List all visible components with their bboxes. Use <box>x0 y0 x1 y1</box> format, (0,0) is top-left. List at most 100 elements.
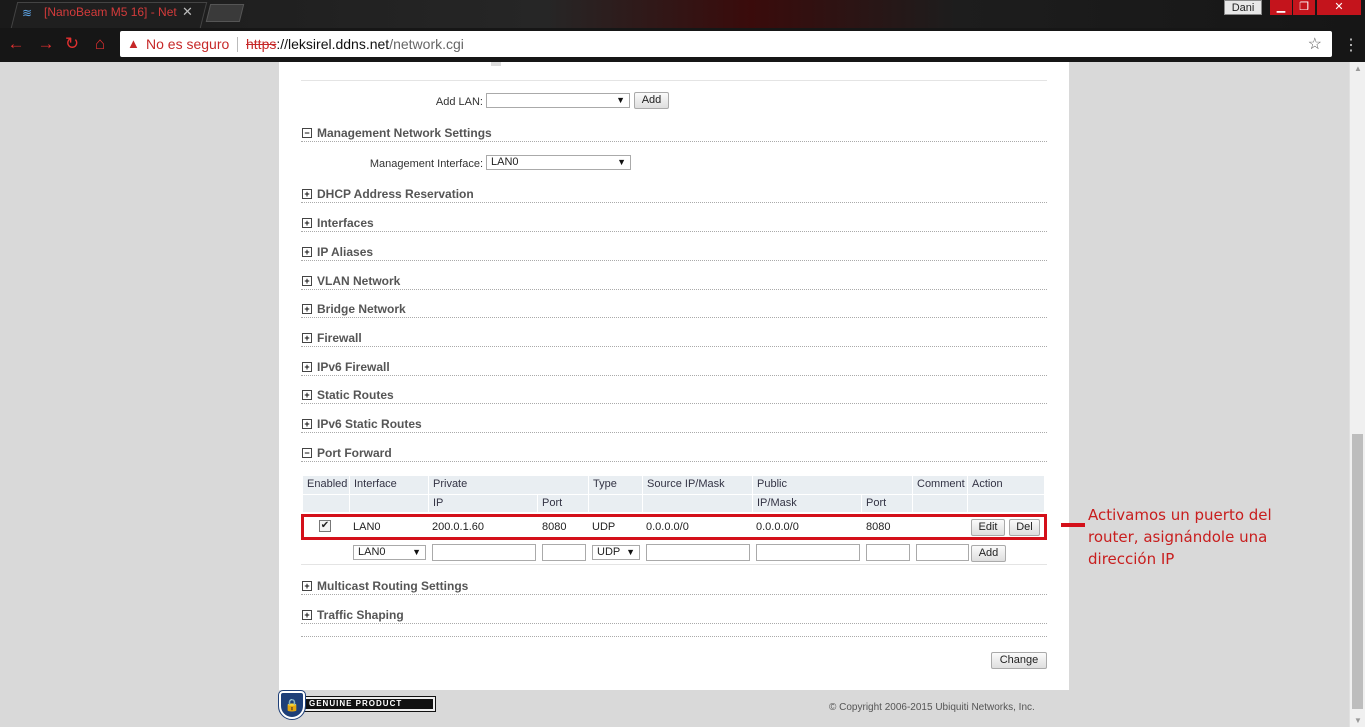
forward-arrow-icon[interactable]: → <box>36 34 56 54</box>
expand-icon[interactable]: + <box>302 247 312 257</box>
add-lan-button[interactable]: Add <box>634 92 669 109</box>
section-traffic-shaping[interactable]: + Traffic Shaping <box>301 608 1047 624</box>
expand-icon[interactable]: + <box>302 390 312 400</box>
home-icon[interactable]: ⌂ <box>90 34 110 54</box>
section-management-network[interactable]: − Management Network Settings <box>301 126 1047 142</box>
url-host: ://leksirel.ddns.net <box>276 36 390 52</box>
scroll-thumb[interactable] <box>1352 434 1363 709</box>
subheader-blank <box>913 495 967 512</box>
scroll-down-arrow-icon[interactable]: ▼ <box>1354 716 1362 725</box>
lock-shield-icon: 🔒 <box>278 690 306 720</box>
close-window-button[interactable]: ✕ <box>1317 0 1361 15</box>
section-ipv6-static-routes[interactable]: + IPv6 Static Routes <box>301 417 1047 433</box>
col-header-action: Action <box>968 476 1044 494</box>
subheader-blank <box>643 495 752 512</box>
section-port-forward[interactable]: − Port Forward <box>301 446 1047 462</box>
section-static-routes[interactable]: + Static Routes <box>301 388 1047 404</box>
expand-icon[interactable]: + <box>302 333 312 343</box>
col-header-source: Source IP/Mask <box>643 476 752 494</box>
back-arrow-icon[interactable]: ← <box>6 34 26 54</box>
subheader-private-ip: IP <box>429 495 537 512</box>
section-vlan-network[interactable]: + VLAN Network <box>301 274 1047 290</box>
section-title: Static Routes <box>317 388 394 402</box>
section-title: Interfaces <box>317 216 374 230</box>
url-text[interactable]: https://leksirel.ddns.net/network.cgi <box>246 36 464 52</box>
tab-title: [NanoBeam M5 16] - Net <box>44 5 177 19</box>
new-rule-comment-input[interactable] <box>916 544 969 561</box>
new-rule-source-input[interactable] <box>646 544 750 561</box>
section-title: Firewall <box>317 331 362 345</box>
warning-icon: ▲ <box>127 36 140 51</box>
section-title: DHCP Address Reservation <box>317 187 474 201</box>
col-header-public: Public <box>753 476 912 494</box>
section-title: Port Forward <box>317 446 392 460</box>
subheader-blank <box>303 495 349 512</box>
col-header-comment: Comment <box>913 476 967 494</box>
page-scrollbar[interactable]: ▲ ▼ <box>1349 62 1365 727</box>
management-interface-select[interactable]: LAN0 ▼ <box>486 155 631 170</box>
new-tab-button[interactable] <box>205 4 245 22</box>
new-rule-add-button[interactable]: Add <box>971 545 1006 562</box>
dropdown-arrow-icon: ▼ <box>617 157 626 167</box>
highlight-annotation-box <box>301 514 1047 540</box>
browser-menu-icon[interactable]: ⋮ <box>1343 35 1359 55</box>
subheader-private-port: Port <box>538 495 588 512</box>
dropdown-arrow-icon: ▼ <box>626 547 635 557</box>
new-rule-type-select[interactable]: UDP ▼ <box>592 545 640 560</box>
section-ipv6-firewall[interactable]: + IPv6 Firewall <box>301 360 1047 376</box>
subheader-blank <box>968 495 1044 512</box>
section-dhcp-address-reservation[interactable]: + DHCP Address Reservation <box>301 187 1047 203</box>
expand-icon[interactable]: + <box>302 218 312 228</box>
section-title: Bridge Network <box>317 302 406 316</box>
new-rule-interface-select[interactable]: LAN0 ▼ <box>353 545 426 560</box>
section-multicast-routing[interactable]: + Multicast Routing Settings <box>301 579 1047 595</box>
scroll-up-arrow-icon[interactable]: ▲ <box>1354 64 1362 73</box>
change-button[interactable]: Change <box>991 652 1047 669</box>
collapse-icon[interactable]: − <box>302 128 312 138</box>
collapse-icon[interactable]: − <box>302 448 312 458</box>
minimize-button[interactable]: ▁ <box>1270 0 1292 15</box>
management-interface-label: Management Interface: <box>369 158 483 170</box>
expand-icon[interactable]: + <box>302 276 312 286</box>
add-lan-select[interactable]: ▼ <box>486 93 630 108</box>
expand-icon[interactable]: + <box>302 610 312 620</box>
section-bridge-network[interactable]: + Bridge Network <box>301 302 1047 318</box>
new-rule-public-port-input[interactable] <box>866 544 910 561</box>
expand-icon[interactable]: + <box>302 419 312 429</box>
wifi-favicon-icon: ≋ <box>22 6 33 20</box>
section-firewall[interactable]: + Firewall <box>301 331 1047 347</box>
expand-icon[interactable]: + <box>302 581 312 591</box>
new-rule-private-ip-input[interactable] <box>432 544 536 561</box>
profile-button[interactable]: Dani <box>1224 0 1262 15</box>
divider <box>301 80 1047 81</box>
expand-icon[interactable]: + <box>302 189 312 199</box>
annotation-note: Activamos un puerto del router, asignánd… <box>1088 504 1288 570</box>
new-rule-public-ipmask-input[interactable] <box>756 544 860 561</box>
col-header-private: Private <box>429 476 588 494</box>
expand-icon[interactable]: + <box>302 362 312 372</box>
section-interfaces[interactable]: + Interfaces <box>301 216 1047 232</box>
section-title: Management Network Settings <box>317 126 492 140</box>
address-bar[interactable]: ▲ No es seguro https://leksirel.ddns.net… <box>120 31 1332 57</box>
annotation-line: router, asignándole una <box>1088 528 1268 546</box>
browser-toolbar: ← → ↻ ⌂ ▲ No es seguro https://leksirel.… <box>0 28 1365 62</box>
maximize-button[interactable]: ❐ <box>1293 0 1315 15</box>
browser-titlebar: ≋ [NanoBeam M5 16] - Net ✕ Dani ▁ ❐ ✕ <box>0 0 1365 28</box>
tab-close-icon[interactable]: ✕ <box>182 4 193 20</box>
security-indicator[interactable]: No es seguro <box>146 36 229 52</box>
bookmark-star-icon[interactable]: ☆ <box>1308 34 1322 54</box>
section-ip-aliases[interactable]: + IP Aliases <box>301 245 1047 261</box>
management-interface-value: LAN0 <box>491 156 519 168</box>
expand-icon[interactable]: + <box>302 304 312 314</box>
divider <box>301 564 1047 565</box>
col-header-enabled: Enabled <box>303 476 349 494</box>
subheader-blank <box>589 495 642 512</box>
genuine-product-badge: GENUINE PRODUCT 🔒 <box>278 690 436 720</box>
section-title: VLAN Network <box>317 274 401 288</box>
add-lan-label: Add LAN: <box>435 96 483 108</box>
reload-icon[interactable]: ↻ <box>62 34 82 54</box>
dropdown-arrow-icon: ▼ <box>616 95 625 105</box>
subheader-public-ipmask: IP/Mask <box>753 495 861 512</box>
annotation-pointer <box>1061 523 1085 527</box>
new-rule-private-port-input[interactable] <box>542 544 586 561</box>
